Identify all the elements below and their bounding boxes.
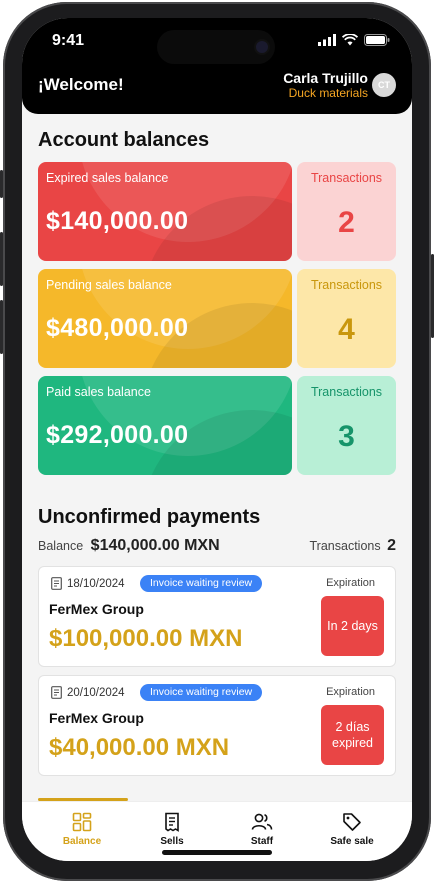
payment-card[interactable]: 20/10/2024 Invoice waiting review FerMex… bbox=[38, 675, 396, 776]
status-badge: Invoice waiting review bbox=[140, 575, 263, 592]
document-icon bbox=[51, 577, 62, 590]
document-icon bbox=[51, 686, 62, 699]
tab-balance[interactable]: Balance bbox=[47, 812, 117, 847]
paid-balance-card[interactable]: Paid sales balance $292,000.00 bbox=[38, 376, 292, 475]
tab-label: Safe sale bbox=[330, 836, 374, 847]
payment-amount: $100,000.00 MXN bbox=[49, 625, 243, 652]
users-icon bbox=[251, 813, 273, 830]
transactions-label: Transactions bbox=[309, 539, 381, 553]
status-time: 9:41 bbox=[52, 32, 85, 49]
company-name: FerMex Group bbox=[49, 601, 144, 617]
company-name: FerMex Group bbox=[49, 710, 144, 726]
balance-amount: $140,000.00 bbox=[46, 207, 189, 235]
balance-value: $140,000.00 MXN bbox=[90, 537, 220, 554]
camera-icon bbox=[256, 41, 268, 53]
balance-label: Pending sales balance bbox=[46, 278, 172, 292]
tab-staff[interactable]: Staff bbox=[227, 812, 297, 847]
tab-label: Staff bbox=[250, 836, 274, 847]
pending-transactions-card[interactable]: Transactions 4 bbox=[297, 269, 396, 368]
unconfirmed-summary: Balance $140,000.00 MXN Transactions 2 bbox=[38, 537, 396, 557]
expiration-value-2: expired bbox=[332, 736, 373, 750]
expiration-badge: In 2 days bbox=[321, 596, 384, 656]
status-icons bbox=[318, 34, 390, 46]
paid-transactions-card[interactable]: Transactions 3 bbox=[297, 376, 396, 475]
transactions-count: 3 bbox=[338, 420, 355, 453]
expiration-label: Expiration bbox=[326, 577, 375, 589]
mute-switch bbox=[0, 170, 3, 198]
volume-up-button bbox=[0, 232, 3, 286]
balance-label: Paid sales balance bbox=[46, 385, 151, 399]
transactions-label: Transactions bbox=[310, 385, 383, 399]
tag-icon bbox=[343, 813, 361, 831]
unconfirmed-title: Unconfirmed payments bbox=[38, 506, 261, 528]
tab-label: Sells bbox=[160, 836, 184, 847]
payment-card[interactable]: 18/10/2024 Invoice waiting review FerMex… bbox=[38, 566, 396, 667]
payment-date: 18/10/2024 bbox=[67, 578, 125, 590]
avatar[interactable]: CT bbox=[372, 73, 396, 97]
expiration-label: Expiration bbox=[326, 686, 375, 698]
battery-icon bbox=[364, 34, 390, 46]
balance-label: Expired sales balance bbox=[46, 171, 169, 185]
balance-label: Balance bbox=[38, 539, 84, 553]
screen: 9:41 ¡Welcome! Carla Trujillo Duck mater… bbox=[22, 18, 412, 861]
balances-title: Account balances bbox=[38, 129, 210, 151]
home-indicator bbox=[162, 850, 272, 855]
payment-amount: $40,000.00 MXN bbox=[49, 734, 230, 761]
expiration-value: 2 días bbox=[335, 720, 370, 734]
transactions-label: Transactions bbox=[310, 278, 383, 292]
payment-date: 20/10/2024 bbox=[67, 687, 125, 699]
expired-transactions-card[interactable]: Transactions 2 bbox=[297, 162, 396, 261]
welcome-title: ¡Welcome! bbox=[38, 75, 124, 94]
dashboard-icon bbox=[72, 812, 92, 832]
pending-balance-card[interactable]: Pending sales balance $480,000.00 bbox=[38, 269, 292, 368]
transactions-count: 2 bbox=[338, 206, 355, 239]
signal-icon bbox=[318, 34, 336, 46]
transactions-label: Transactions bbox=[310, 171, 383, 185]
wifi-icon bbox=[342, 34, 358, 46]
tab-label: Balance bbox=[62, 836, 102, 847]
user-org: Duck materials bbox=[288, 86, 368, 100]
main-content: Account balances Expired sales balance $… bbox=[22, 114, 412, 801]
tab-safe-sale[interactable]: Safe sale bbox=[317, 812, 387, 847]
receipt-icon bbox=[165, 812, 179, 832]
balance-amount: $292,000.00 bbox=[46, 421, 189, 449]
expiration-value: In 2 days bbox=[327, 619, 378, 633]
transactions-value: 2 bbox=[387, 537, 396, 554]
status-badge: Invoice waiting review bbox=[140, 684, 263, 701]
volume-down-button bbox=[0, 300, 3, 354]
app-header: 9:41 ¡Welcome! Carla Trujillo Duck mater… bbox=[22, 18, 412, 114]
transactions-count: 4 bbox=[338, 313, 355, 346]
expired-balance-card[interactable]: Expired sales balance $140,000.00 bbox=[38, 162, 292, 261]
user-name: Carla Trujillo bbox=[283, 70, 368, 86]
user-info[interactable]: Carla Trujillo Duck materials bbox=[283, 70, 368, 100]
expiration-badge: 2 días expired bbox=[321, 705, 384, 765]
tab-sells[interactable]: Sells bbox=[137, 812, 207, 847]
balance-amount: $480,000.00 bbox=[46, 314, 189, 342]
